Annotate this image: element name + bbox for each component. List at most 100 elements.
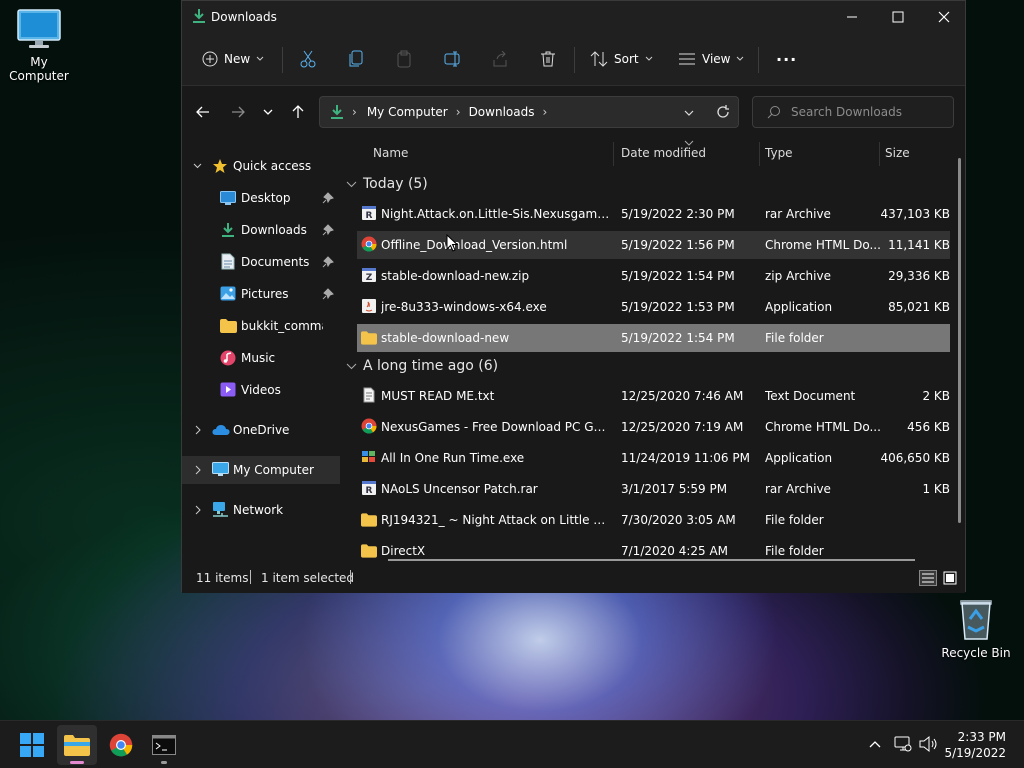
file-name: NexusGames - Free Download PC Games... bbox=[381, 420, 611, 434]
table-row[interactable]: RJ194321_ ~ Night Attack on Little Sis! … bbox=[357, 506, 950, 534]
title-bar[interactable]: Downloads bbox=[182, 1, 965, 33]
sidebar-item-onedrive[interactable]: OneDrive bbox=[182, 416, 340, 444]
column-divider[interactable] bbox=[613, 142, 614, 166]
group-label: A long time ago (6) bbox=[363, 358, 499, 374]
search-box[interactable]: Search Downloads bbox=[752, 96, 954, 128]
start-button[interactable] bbox=[12, 725, 52, 765]
table-row-selected[interactable]: stable-download-new 5/19/2022 1:54 PM Fi… bbox=[357, 324, 950, 352]
file-name: Night.Attack.on.Little-Sis.Nexusgames.to… bbox=[381, 207, 611, 221]
table-row[interactable]: jre-8u333-windows-x64.exe 5/19/2022 1:53… bbox=[357, 293, 950, 321]
file-date: 5/19/2022 1:53 PM bbox=[621, 300, 735, 314]
address-bar[interactable]: › My Computer › Downloads › bbox=[319, 96, 739, 128]
taskbar-terminal[interactable] bbox=[144, 725, 184, 765]
sidebar-item-pictures[interactable]: Pictures bbox=[182, 280, 340, 308]
sidebar-item-downloads[interactable]: Downloads bbox=[182, 216, 340, 244]
file-name: stable-download-new.zip bbox=[381, 269, 530, 283]
chevron-down-icon bbox=[346, 181, 357, 187]
table-row[interactable]: R Night.Attack.on.Little-Sis.Nexusgames.… bbox=[357, 200, 950, 228]
copy-icon bbox=[349, 50, 363, 67]
back-arrow-icon[interactable] bbox=[196, 105, 210, 119]
network-status-icon[interactable] bbox=[894, 735, 912, 753]
sidebar-item-my-computer[interactable]: My Computer bbox=[182, 456, 340, 484]
volume-icon[interactable] bbox=[919, 735, 939, 753]
file-name: RJ194321_ ~ Night Attack on Little Sis! … bbox=[381, 513, 611, 527]
desktop-icon-recycle-bin[interactable]: Recycle Bin bbox=[938, 597, 1014, 660]
breadcrumb-separator: › bbox=[455, 105, 461, 119]
new-button[interactable]: New bbox=[202, 43, 264, 75]
copy-button[interactable] bbox=[348, 43, 364, 75]
folder-icon bbox=[361, 331, 377, 345]
sidebar-item-desktop[interactable]: Desktop bbox=[182, 184, 340, 212]
rename-button[interactable] bbox=[444, 43, 462, 75]
sort-button[interactable]: Sort bbox=[590, 43, 653, 75]
window-title: Downloads bbox=[211, 10, 277, 24]
command-bar: New Sort View ... bbox=[182, 33, 965, 86]
column-divider[interactable] bbox=[879, 142, 880, 166]
recent-locations-chevron-icon[interactable] bbox=[263, 109, 273, 115]
group-header-today[interactable]: Today (5) bbox=[346, 176, 428, 192]
file-size: 85,021 KB bbox=[888, 300, 950, 314]
breadcrumb-downloads[interactable]: Downloads bbox=[469, 105, 535, 119]
download-icon bbox=[222, 223, 234, 237]
status-divider bbox=[250, 570, 251, 584]
forward-arrow-icon[interactable] bbox=[231, 105, 245, 119]
maximize-button[interactable] bbox=[875, 1, 921, 33]
column-header-type[interactable]: Type bbox=[765, 146, 793, 160]
horizontal-scrollbar[interactable] bbox=[388, 559, 915, 561]
column-header-name[interactable]: Name bbox=[373, 146, 408, 160]
sidebar-item-music[interactable]: Music bbox=[182, 344, 340, 372]
vertical-scrollbar[interactable] bbox=[958, 158, 961, 523]
large-icons-view-button[interactable] bbox=[942, 570, 958, 586]
file-explorer-icon bbox=[64, 735, 90, 756]
sidebar-item-quick-access[interactable]: Quick access bbox=[182, 152, 340, 180]
breadcrumb-separator: › bbox=[542, 105, 548, 119]
up-arrow-icon[interactable] bbox=[291, 105, 305, 119]
details-view-button[interactable] bbox=[919, 570, 937, 586]
large-icons-view-icon bbox=[943, 571, 957, 585]
taskbar-file-explorer[interactable] bbox=[57, 725, 97, 765]
sidebar-item-bukkit-folder[interactable]: bukkit_commai bbox=[182, 312, 340, 340]
column-header-size[interactable]: Size bbox=[885, 146, 910, 160]
breadcrumb-my-computer[interactable]: My Computer bbox=[367, 105, 448, 119]
cut-button[interactable] bbox=[300, 43, 316, 75]
file-date: 12/25/2020 7:19 AM bbox=[621, 420, 744, 434]
close-button[interactable] bbox=[921, 1, 967, 33]
new-button-label: New bbox=[224, 52, 251, 66]
sidebar-item-videos[interactable]: Videos bbox=[182, 376, 340, 404]
trash-icon bbox=[541, 51, 555, 67]
table-row[interactable]: All In One Run Time.exe 11/24/2019 11:06… bbox=[357, 444, 950, 472]
file-type: Chrome HTML Do... bbox=[765, 238, 881, 252]
address-history-chevron-icon[interactable] bbox=[684, 110, 694, 116]
mouse-cursor-icon bbox=[446, 234, 458, 252]
view-button[interactable]: View bbox=[678, 43, 744, 75]
paste-button[interactable] bbox=[396, 43, 412, 75]
toolbar-separator bbox=[574, 47, 575, 73]
column-divider[interactable] bbox=[759, 142, 760, 166]
column-header-date-modified[interactable]: Date modified bbox=[621, 146, 706, 160]
delete-button[interactable] bbox=[540, 43, 556, 75]
table-row[interactable]: NexusGames - Free Download PC Games... 1… bbox=[357, 413, 950, 441]
svg-text:R: R bbox=[366, 486, 373, 496]
chevron-down-icon bbox=[256, 56, 264, 61]
sidebar-item-network[interactable]: Network bbox=[182, 496, 340, 524]
taskbar-chrome[interactable] bbox=[101, 725, 141, 765]
system-clock[interactable]: 2:33 PM 5/19/2022 bbox=[944, 729, 1006, 761]
more-options-button[interactable]: ... bbox=[776, 43, 797, 75]
group-header-long-time-ago[interactable]: A long time ago (6) bbox=[346, 358, 498, 374]
pin-icon bbox=[322, 288, 334, 300]
text-file-icon bbox=[363, 387, 375, 403]
table-row[interactable]: Z stable-download-new.zip 5/19/2022 1:54… bbox=[357, 262, 950, 290]
show-hidden-icons-chevron-icon[interactable] bbox=[869, 740, 881, 748]
table-row[interactable]: MUST READ ME.txt 12/25/2020 7:46 AM Text… bbox=[357, 382, 950, 410]
desktop-icon-my-computer[interactable]: My Computer bbox=[0, 8, 78, 83]
share-button[interactable] bbox=[492, 43, 508, 75]
archive-icon: R bbox=[362, 481, 376, 496]
refresh-icon[interactable] bbox=[716, 105, 730, 119]
minimize-button[interactable] bbox=[829, 1, 875, 33]
file-type: rar Archive bbox=[765, 207, 831, 221]
sidebar-item-documents[interactable]: Documents bbox=[182, 248, 340, 276]
file-name: jre-8u333-windows-x64.exe bbox=[381, 300, 547, 314]
table-row[interactable]: R NAoLS Uncensor Patch.rar 3/1/2017 5:59… bbox=[357, 475, 950, 503]
file-type: File folder bbox=[765, 544, 824, 558]
folder-icon bbox=[220, 319, 237, 333]
